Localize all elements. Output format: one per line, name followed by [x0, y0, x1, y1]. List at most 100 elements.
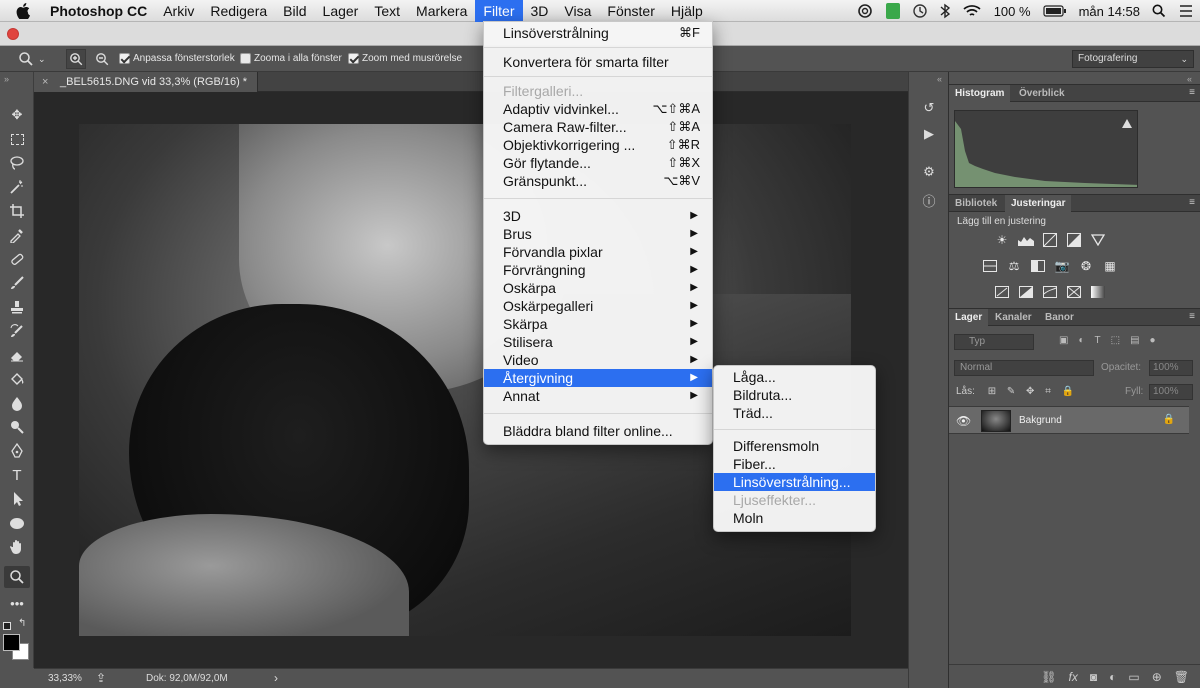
resize-windows-checkbox[interactable]	[119, 53, 130, 64]
gradient-map-icon[interactable]	[1089, 284, 1107, 300]
creative-cloud-icon[interactable]	[850, 0, 880, 22]
rpanel-collapse-icon[interactable]: «	[1187, 74, 1192, 84]
exposure-icon[interactable]	[1065, 232, 1083, 248]
tab-adjustments[interactable]: Justeringar	[1005, 195, 1072, 212]
apple-icon[interactable]	[14, 2, 32, 20]
color-lookup-icon[interactable]: ▦	[1101, 258, 1119, 274]
menu-filter[interactable]: Filter	[475, 0, 523, 22]
lock-icon[interactable]: 🔒	[1163, 414, 1175, 425]
lock-all-icon[interactable]: 🔒	[1062, 386, 1074, 397]
panel-menu-icon[interactable]: ≡	[1189, 311, 1195, 322]
panel-menu-icon[interactable]: ≡	[1189, 87, 1195, 98]
menu-item-convert-smart[interactable]: Konvertera för smarta filter	[484, 53, 712, 71]
layer-filter-select[interactable]: Typ	[954, 334, 1034, 350]
magic-wand-icon[interactable]	[4, 176, 30, 198]
crop-tool-icon[interactable]	[4, 200, 30, 222]
zoom-out-icon[interactable]	[92, 49, 112, 69]
curves-icon[interactable]	[1041, 232, 1059, 248]
scrubby-zoom-checkbox[interactable]	[348, 53, 359, 64]
new-group-icon[interactable]: ▭	[1128, 670, 1139, 684]
history-brush-icon[interactable]	[4, 320, 30, 342]
close-tab-icon[interactable]: ×	[42, 72, 48, 92]
move-tool-icon[interactable]: ✥	[4, 104, 30, 126]
brightness-contrast-icon[interactable]: ☀	[993, 232, 1011, 248]
marquee-tool-icon[interactable]	[4, 128, 30, 150]
panel-menu-icon[interactable]: ≡	[1189, 197, 1195, 208]
menu-item-browse-online[interactable]: Bläddra bland filter online...	[484, 422, 712, 440]
lock-pixels-icon[interactable]: ⊞	[988, 386, 996, 397]
brush-tool-icon[interactable]	[4, 272, 30, 294]
menu-item-adaptive-wide[interactable]: Adaptiv vidvinkel... ⌥⇧⌘A	[484, 100, 712, 118]
menu-item-vanishing-point[interactable]: Gränspunkt... ⌥⌘V	[484, 172, 712, 190]
invert-icon[interactable]	[993, 284, 1011, 300]
layer-row-background[interactable]: 👁 Bakgrund 🔒	[949, 406, 1189, 434]
shape-filter-icon[interactable]: ⬚	[1111, 335, 1120, 346]
dodge-tool-icon[interactable]	[4, 416, 30, 438]
spotlight-icon[interactable]	[1146, 0, 1172, 22]
clock[interactable]: mån 14:58	[1073, 0, 1146, 22]
workspace-select[interactable]: Fotografering ⌄	[1072, 50, 1194, 68]
lock-artboard-icon[interactable]: ⌗	[1045, 386, 1051, 397]
vibrance-icon[interactable]	[1089, 232, 1107, 248]
add-mask-icon[interactable]: ◙	[1090, 670, 1097, 684]
menu-item-fibers[interactable]: Fiber...	[714, 455, 875, 473]
tab-overview[interactable]: Överblick	[1013, 85, 1071, 102]
menu-text[interactable]: Text	[366, 0, 408, 22]
selective-color-icon[interactable]	[1065, 284, 1083, 300]
tab-paths[interactable]: Banor	[1039, 309, 1080, 326]
status-menu-arrow[interactable]: ›	[274, 671, 278, 685]
tab-library[interactable]: Bibliotek	[949, 195, 1003, 212]
menu-item-stylize[interactable]: Stilisera ▶	[484, 333, 712, 351]
menu-item-tree[interactable]: Träd...	[714, 404, 875, 422]
eraser-tool-icon[interactable]	[4, 344, 30, 366]
fill-field[interactable]: 100%	[1149, 384, 1193, 400]
default-colors-icon[interactable]	[3, 622, 11, 630]
type-filter-icon[interactable]: T	[1095, 335, 1101, 346]
levels-icon[interactable]	[1017, 232, 1035, 248]
tab-layers[interactable]: Lager	[949, 309, 989, 326]
paint-bucket-icon[interactable]	[4, 368, 30, 390]
notification-center-icon[interactable]	[1172, 0, 1200, 22]
menu-item-pixelate[interactable]: Förvandla pixlar ▶	[484, 243, 712, 261]
opacity-field[interactable]: 100%	[1149, 360, 1193, 376]
pen-tool-icon[interactable]	[4, 440, 30, 462]
device-preview-icon[interactable]: ⚙	[919, 162, 939, 182]
menu-3d[interactable]: 3D	[523, 0, 557, 22]
document-tab[interactable]: × _BEL5615.DNG vid 33,3% (RGB/16) *	[34, 72, 259, 92]
eyedropper-icon[interactable]	[4, 224, 30, 246]
menu-app-name[interactable]: Photoshop CC	[40, 0, 155, 22]
menu-item-noise[interactable]: Brus ▶	[484, 225, 712, 243]
history-panel-icon[interactable]: ↺	[919, 98, 939, 118]
link-layers-icon[interactable]: ⛓	[1041, 670, 1056, 684]
menu-item-blur-gallery[interactable]: Oskärpegalleri ▶	[484, 297, 712, 315]
more-tools-icon[interactable]: •••	[4, 592, 30, 614]
menu-item-camera-raw[interactable]: Camera Raw-filter... ⇧⌘A	[484, 118, 712, 136]
menu-item-liquify[interactable]: Gör flytande... ⇧⌘X	[484, 154, 712, 172]
menu-item-other[interactable]: Annat ▶	[484, 387, 712, 405]
menu-item-distort[interactable]: Förvrängning ▶	[484, 261, 712, 279]
zoom-level[interactable]: 33,33%	[48, 673, 82, 684]
blend-mode-select[interactable]: Normal	[954, 360, 1094, 376]
adjustment-filter-icon[interactable]: ◐	[1078, 335, 1084, 346]
zoom-in-icon[interactable]	[66, 49, 86, 69]
menu-markera[interactable]: Markera	[408, 0, 475, 22]
panel-collapse-icon[interactable]: »	[4, 74, 9, 84]
healing-brush-icon[interactable]	[4, 248, 30, 270]
photo-filter-icon[interactable]: 📷	[1053, 258, 1071, 274]
zoom-tool-icon[interactable]	[4, 566, 30, 588]
info-panel-icon[interactable]: ⓘ	[919, 190, 939, 210]
menu-bild[interactable]: Bild	[275, 0, 314, 22]
tab-channels[interactable]: Kanaler	[989, 309, 1038, 326]
type-tool-icon[interactable]: T	[4, 464, 30, 486]
filter-toggle-icon[interactable]: ●	[1150, 335, 1156, 346]
menu-fonster[interactable]: Fönster	[599, 0, 662, 22]
path-selection-icon[interactable]	[4, 488, 30, 510]
bluetooth-icon[interactable]	[934, 0, 956, 22]
menu-item-sharpen[interactable]: Skärpa ▶	[484, 315, 712, 333]
menu-item-render[interactable]: Återgivning ▶	[484, 369, 712, 387]
tab-histogram[interactable]: Histogram	[949, 85, 1011, 102]
zoom-tool-icon[interactable]: ⌄	[18, 50, 46, 68]
menu-item-clouds[interactable]: Moln	[714, 509, 875, 527]
image-filter-icon[interactable]: ▣	[1059, 335, 1068, 346]
menu-item-lens-flare[interactable]: Linsöverstrålning...	[714, 473, 875, 491]
